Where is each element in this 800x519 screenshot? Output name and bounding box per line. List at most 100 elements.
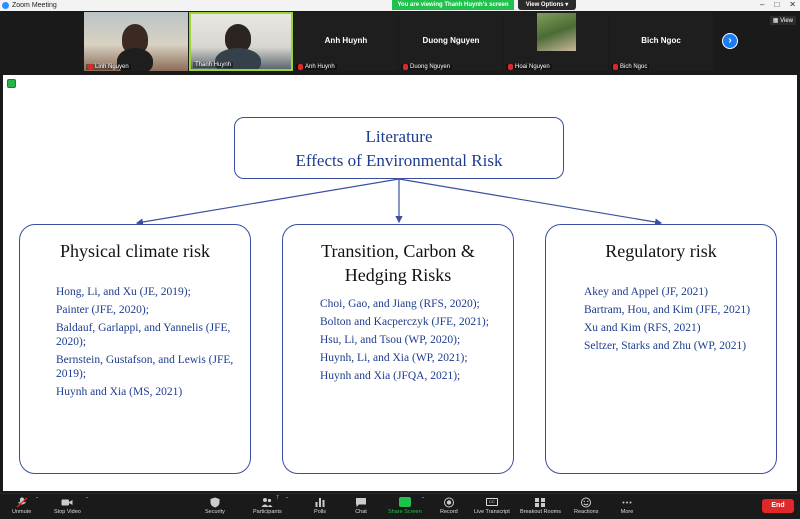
reference-item: Huynh and Xia (MS, 2021) — [56, 386, 183, 398]
close-icon[interactable]: ✕ — [789, 0, 796, 9]
participants-caret-icon[interactable]: ˆ — [286, 498, 288, 504]
participant-name-label: Bich Ngoc — [611, 64, 650, 70]
record-label: Record — [440, 509, 458, 515]
live-transcript-button[interactable]: CC Live Transcript — [474, 496, 510, 515]
screen-share-banner: You are viewing Thanh Huynh's screen — [392, 0, 514, 10]
reference-list: Akey and Appel (JF, 2021) Bartram, Hou, … — [546, 285, 776, 353]
participant-tile[interactable]: Duong Nguyen Duong Nguyen — [399, 12, 503, 71]
minimize-icon[interactable]: – — [760, 0, 764, 9]
reference-item: Bolton and Kacperczyk (JFE, 2021); — [320, 316, 489, 328]
participant-name-label: Duong Nguyen — [401, 64, 453, 70]
mic-muted-icon — [508, 64, 513, 70]
participant-tile-active-speaker[interactable]: Thanh Huynh — [189, 12, 293, 71]
unmute-button[interactable]: Unmute — [12, 496, 31, 515]
reactions-label: Reactions — [574, 509, 599, 515]
unmute-label: Unmute — [12, 509, 32, 515]
participant-name-center: Bich Ngoc — [641, 36, 681, 45]
mic-muted-icon — [403, 64, 408, 70]
reference-item: Huynh, Li, and Xia (WP, 2021); — [320, 352, 468, 364]
reference-list: Choi, Gao, and Jiang (RFS, 2020); Bolton… — [283, 297, 513, 383]
slide-title-box: Literature Effects of Environmental Risk — [234, 117, 564, 179]
column-regulatory-risk: Regulatory risk Akey and Appel (JF, 2021… — [545, 224, 777, 474]
participant-tile[interactable]: Hoai Nguyen — [504, 12, 608, 71]
participant-name-label: Anh Huynh — [296, 64, 337, 70]
participant-strip: Linh Nguyen Thanh Huynh Anh Huynh Anh Hu… — [0, 11, 800, 72]
participant-name-center: Duong Nguyen — [422, 36, 480, 45]
share-options-caret-icon[interactable]: ˆ — [422, 498, 424, 504]
reference-item: Hong, Li, and Xu (JE, 2019); — [56, 286, 191, 298]
reference-item: Seltzer, Starks and Zhu (WP, 2021) — [584, 340, 747, 352]
reference-item: Xu and Kim (RFS, 2021) — [584, 322, 701, 334]
participant-name-center: Anh Huynh — [324, 36, 368, 45]
zoom-logo-icon — [2, 2, 9, 9]
participant-name-label: Linh Nguyen — [86, 64, 131, 70]
smiley-icon — [579, 496, 593, 508]
more-button[interactable]: More — [620, 496, 634, 515]
view-options-label: View Options — [525, 2, 564, 8]
presentation-slide: Literature Effects of Environmental Risk… — [3, 75, 797, 491]
video-camera-icon — [60, 496, 74, 508]
breakout-rooms-icon — [533, 496, 547, 508]
window-title: Zoom Meeting — [12, 2, 57, 9]
record-icon — [442, 496, 456, 508]
live-transcript-label: Live Transcript — [474, 509, 510, 515]
reference-item: Choi, Gao, and Jiang (RFS, 2020); — [320, 298, 480, 310]
meeting-toolbar: Unmute ˆ Stop Video ˆ Security Participa… — [0, 493, 800, 519]
participants-label: Participants — [253, 509, 282, 515]
sharing-indicator-icon[interactable] — [7, 79, 16, 88]
reference-item: Hsu, Li, and Tsou (WP, 2020); — [320, 334, 461, 346]
view-button[interactable]: ▦ View — [769, 16, 796, 25]
mic-muted-icon — [613, 64, 618, 70]
chat-label: Chat — [355, 509, 367, 515]
participant-profile-photo — [537, 13, 576, 51]
slide-title-line2: Effects of Environmental Risk — [295, 151, 503, 170]
participants-icon — [260, 496, 274, 508]
participant-tile[interactable]: Linh Nguyen — [84, 12, 188, 71]
column-physical-climate-risk: Physical climate risk Hong, Li, and Xu (… — [19, 224, 251, 474]
next-page-arrow-icon[interactable]: › — [722, 33, 738, 49]
participant-name-label: Thanh Huynh — [193, 62, 234, 68]
end-meeting-button[interactable]: End — [762, 499, 794, 513]
shield-icon — [208, 496, 222, 508]
reference-item: Akey and Appel (JF, 2021) — [584, 286, 708, 298]
share-screen-button[interactable]: Share Screen — [388, 496, 422, 515]
slide-title-line1: Literature — [365, 127, 433, 146]
security-button[interactable]: Security — [205, 496, 225, 515]
audio-options-caret-icon[interactable]: ˆ — [36, 498, 38, 504]
record-button[interactable]: Record — [440, 496, 458, 515]
grid-icon: ▦ — [772, 18, 779, 24]
mic-muted-icon — [298, 64, 303, 70]
polls-icon — [313, 496, 327, 508]
polls-label: Polls — [314, 509, 326, 515]
column-title: Regulatory risk — [605, 241, 717, 261]
chat-button[interactable]: Chat — [354, 496, 368, 515]
reference-item: Bernstein, Gustafson, and Lewis (JFE, 20… — [56, 354, 234, 380]
chevron-down-icon: ▾ — [565, 2, 569, 8]
reference-item: Painter (JFE, 2020); — [56, 304, 149, 316]
reactions-button[interactable]: Reactions — [574, 496, 598, 515]
column-title: Physical climate risk — [60, 241, 210, 261]
shared-screen: Literature Effects of Environmental Risk… — [0, 72, 800, 493]
breakout-rooms-label: Breakout Rooms — [520, 509, 561, 515]
chat-icon — [354, 496, 368, 508]
mic-muted-icon — [15, 496, 29, 508]
video-options-caret-icon[interactable]: ˆ — [86, 498, 88, 504]
arrow-to-regulatory — [398, 178, 663, 226]
participant-name-label: Hoai Nguyen — [506, 64, 552, 70]
closed-caption-icon: CC — [485, 496, 499, 508]
maximize-icon[interactable]: □ — [774, 0, 779, 9]
participant-tile[interactable]: Anh Huynh Anh Huynh — [294, 12, 398, 71]
reference-item: Huynh and Xia (JFQA, 2021); — [320, 370, 461, 382]
mic-muted-icon — [88, 64, 93, 70]
reference-item: Bartram, Hou, and Kim (JFE, 2021) — [584, 304, 751, 316]
more-dots-icon — [620, 496, 634, 508]
arrow-to-physical — [135, 178, 400, 226]
polls-button[interactable]: Polls — [313, 496, 327, 515]
security-label: Security — [205, 509, 225, 515]
breakout-rooms-button[interactable]: Breakout Rooms — [520, 496, 561, 515]
reference-item: Baldauf, Garlappi, and Yannelis (JFE, 20… — [56, 322, 231, 348]
participant-tile[interactable]: Bich Ngoc Bich Ngoc — [609, 12, 713, 71]
stop-video-button[interactable]: Stop Video — [54, 496, 81, 515]
stop-video-label: Stop Video — [54, 509, 81, 515]
view-options-button[interactable]: View Options ▾ — [518, 0, 576, 10]
